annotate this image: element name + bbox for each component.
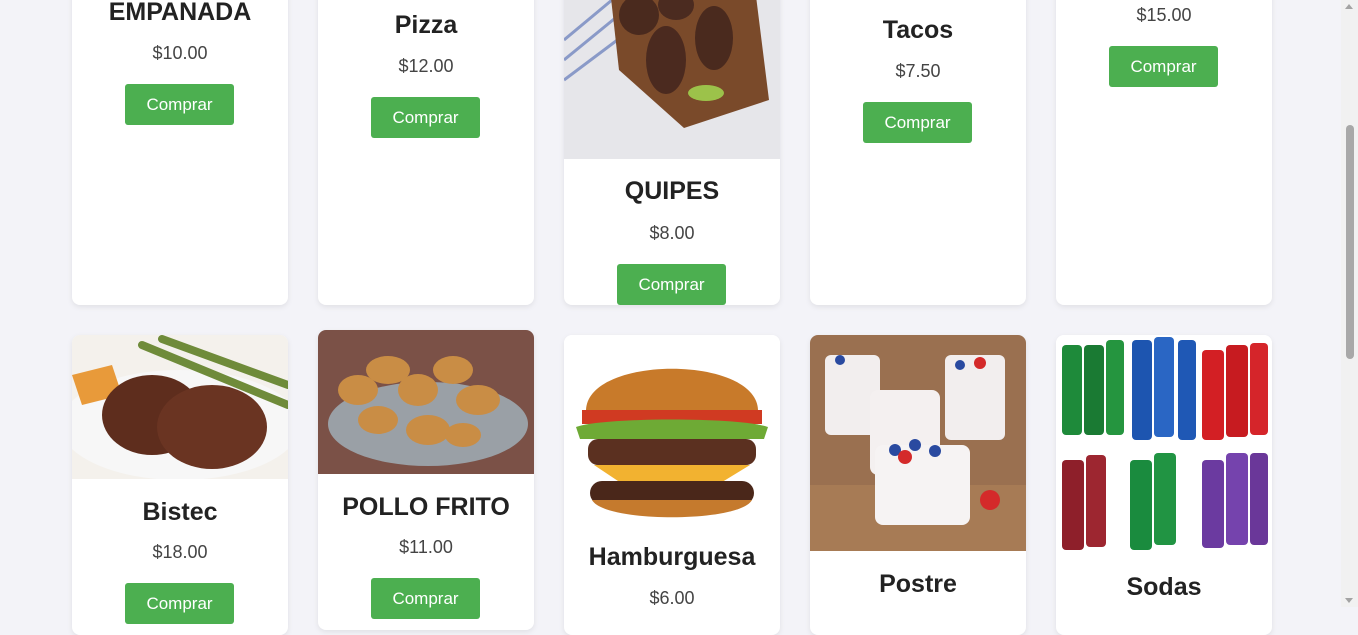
product-name: Postre [879,570,957,598]
product-card-bistec: Bistec $18.00 Comprar [72,335,288,635]
product-price: $18.00 [152,542,208,562]
scroll-up-arrow-icon[interactable] [1345,4,1353,9]
product-price: $8.00 [649,223,695,243]
buy-button[interactable]: Comprar [125,583,234,624]
product-price: $7.50 [895,61,941,81]
product-image-sodas [1056,335,1272,555]
product-name: Hamburguesa [588,543,756,571]
product-name: POLLO FRITO [342,493,510,521]
product-price: $10.00 [152,43,208,63]
product-card-tacos: Tacos $7.50 Comprar [810,0,1026,305]
product-name: QUIPES [624,177,720,205]
page-scrollbar[interactable] [1341,0,1358,607]
buy-button[interactable]: Comprar [371,578,480,619]
product-card-5: $15.00 Comprar [1056,0,1272,305]
product-name: Pizza [394,11,458,39]
scroll-down-arrow-icon[interactable] [1345,598,1353,603]
product-card-pizza: Pizza $12.00 Comprar [318,0,534,305]
product-card-quipes: QUIPES $8.00 Comprar [564,0,780,305]
product-card-hamburguesa: Hamburguesa $6.00 [564,335,780,635]
buy-button[interactable]: Comprar [125,84,234,125]
buy-button[interactable]: Comprar [617,264,726,305]
product-name: Bistec [142,498,218,526]
product-name: EMPANADA [108,0,252,26]
scroll-thumb[interactable] [1346,125,1354,359]
product-image-quipes [564,0,780,159]
product-image-postre [810,335,1026,551]
product-image-bistec [72,335,288,479]
product-name: Sodas [1126,573,1202,601]
product-card-empanada: EMPANADA $10.00 Comprar [72,0,288,305]
product-price: $6.00 [649,588,695,608]
buy-button[interactable]: Comprar [1109,46,1218,87]
product-card-postre: Postre [810,335,1026,635]
product-image-hamburguesa [564,335,780,525]
product-price: $12.00 [398,56,454,76]
product-price: $11.00 [399,537,453,557]
product-name: Tacos [882,16,954,44]
product-card-sodas: Sodas [1056,335,1272,635]
product-card-pollo-frito: POLLO FRITO $11.00 Comprar [318,330,534,630]
product-price: $15.00 [1136,5,1192,25]
buy-button[interactable]: Comprar [863,102,972,143]
buy-button[interactable]: Comprar [371,97,480,138]
product-image-pollo-frito [318,330,534,474]
